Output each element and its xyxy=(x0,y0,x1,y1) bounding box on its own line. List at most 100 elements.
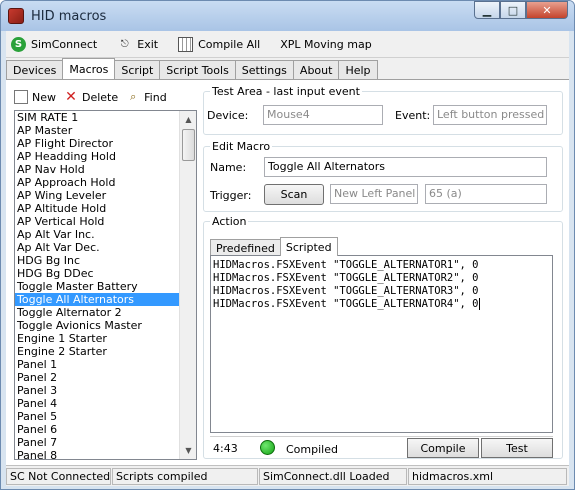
macro-list-item[interactable]: AP Flight Director xyxy=(15,137,180,150)
name-label: Name: xyxy=(210,161,247,174)
new-document-icon xyxy=(14,90,28,104)
macro-list-item[interactable]: Toggle Master Battery xyxy=(15,280,180,293)
script-line: HIDMacros.FSXEvent "TOGGLE_ALTERNATOR1",… xyxy=(213,259,479,271)
tab-about[interactable]: About xyxy=(292,60,340,79)
status-dll: SimConnect.dll Loaded xyxy=(259,468,407,485)
macro-list-item[interactable]: Toggle Avionics Master xyxy=(15,319,180,332)
action-status-bar: 4:43 Compiled Compile Test xyxy=(210,436,553,458)
macros-panel: New ✕ Delete ⌕ Find SIM RATE 1 AP Master A… xyxy=(6,79,569,465)
simconnect-button[interactable]: S SimConnect xyxy=(6,33,102,55)
minimize-icon: ▁ xyxy=(482,3,492,17)
compile-all-button[interactable]: Compile All xyxy=(173,33,265,55)
main-toolbar: S SimConnect ⎋ Exit Compile All XPL Movi… xyxy=(6,31,569,58)
delete-x-icon: ✕ xyxy=(65,89,77,105)
macro-list-item[interactable]: Ap Alt Var Dec. xyxy=(15,241,180,254)
main-tabs: Devices Macros Script Script Tools Setti… xyxy=(6,58,378,79)
macro-list-item[interactable]: Panel 5 xyxy=(15,410,180,423)
edit-macro-title: Edit Macro xyxy=(210,140,273,153)
macro-list-item[interactable]: AP Wing Leveler xyxy=(15,189,180,202)
compile-grid-icon xyxy=(178,36,194,52)
exit-button[interactable]: ⎋ Exit xyxy=(112,33,163,55)
macro-list-item[interactable]: Toggle All Alternators xyxy=(15,293,180,306)
script-line: HIDMacros.FSXEvent "TOGGLE_ALTERNATOR2",… xyxy=(213,272,479,284)
edit-macro-group: Edit Macro Name: Toggle All Alternators … xyxy=(203,140,563,212)
new-macro-button[interactable]: New xyxy=(14,90,56,104)
macro-list-item[interactable]: Panel 3 xyxy=(15,384,180,397)
tab-settings[interactable]: Settings xyxy=(234,60,294,79)
macro-name-input[interactable]: Toggle All Alternators xyxy=(264,157,547,177)
macro-list-item[interactable]: HDG Bg Inc xyxy=(15,254,180,267)
macro-list-item[interactable]: HDG Bg DDec xyxy=(15,267,180,280)
minimize-button[interactable]: ▁ xyxy=(474,1,500,19)
delete-macro-button[interactable]: ✕ Delete xyxy=(64,89,118,105)
macro-list-item[interactable]: AP Approach Hold xyxy=(15,176,180,189)
macro-list-items: SIM RATE 1 AP Master AP Flight Director AP … xyxy=(15,111,180,459)
action-group: Action Predefined Scripted HIDMacros.FSX… xyxy=(203,215,563,459)
status-led-icon xyxy=(260,440,275,455)
tab-script[interactable]: Script xyxy=(114,60,161,79)
test-area-title: Test Area - last input event xyxy=(210,85,362,98)
maximize-icon: □ xyxy=(507,3,519,17)
tab-scripted[interactable]: Scripted xyxy=(279,237,338,256)
cursor-position: 4:43 xyxy=(213,442,238,455)
macro-list-item[interactable]: Panel 4 xyxy=(15,397,180,410)
macro-list-scrollbar[interactable]: ▲ ▼ xyxy=(179,111,196,459)
tab-script-tools[interactable]: Script Tools xyxy=(159,60,236,79)
compile-button[interactable]: Compile xyxy=(407,438,479,458)
status-file: hidmacros.xml xyxy=(408,468,567,485)
macro-list-item[interactable]: AP Nav Hold xyxy=(15,163,180,176)
scroll-down-icon[interactable]: ▼ xyxy=(180,442,196,459)
macro-list-item[interactable]: AP Altitude Hold xyxy=(15,202,180,215)
script-line: HIDMacros.FSXEvent "TOGGLE_ALTERNATOR3",… xyxy=(213,285,479,297)
script-line-current: HIDMacros.FSXEvent "TOGGLE_ALTERNATOR4",… xyxy=(213,298,480,310)
macro-listbox[interactable]: SIM RATE 1 AP Master AP Flight Director AP … xyxy=(14,110,197,460)
find-macro-button[interactable]: ⌕ Find xyxy=(126,90,167,104)
macro-list-item[interactable]: Panel 1 xyxy=(15,358,180,371)
window-title: HID macros xyxy=(31,8,107,24)
macro-list-item[interactable]: AP Vertical Hold xyxy=(15,215,180,228)
macro-list-item[interactable]: Engine 2 Starter xyxy=(15,345,180,358)
xpl-moving-map-button[interactable]: XPL Moving map xyxy=(275,33,376,55)
macro-list-item[interactable]: AP Master xyxy=(15,124,180,137)
action-tabs: Predefined Scripted xyxy=(210,236,338,256)
trigger-key-field: 65 (a) xyxy=(425,184,547,204)
close-button[interactable]: ✕ xyxy=(526,1,568,19)
macro-list-item[interactable]: Engine 1 Starter xyxy=(15,332,180,345)
compile-status: Compiled xyxy=(286,443,338,456)
trigger-device-field: New Left Panel xyxy=(330,184,418,204)
scan-button[interactable]: Scan xyxy=(264,184,324,205)
simconnect-icon: S xyxy=(11,36,26,52)
script-editor[interactable]: HIDMacros.FSXEvent "TOGGLE_ALTERNATOR1",… xyxy=(210,255,553,433)
macro-list-item[interactable]: Ap Alt Var Inc. xyxy=(15,228,180,241)
text-caret xyxy=(478,298,480,310)
event-label: Event: xyxy=(395,109,431,122)
maximize-button[interactable]: □ xyxy=(500,1,526,19)
macro-list-item[interactable]: Toggle Alternator 2 xyxy=(15,306,180,319)
tab-macros[interactable]: Macros xyxy=(62,58,116,79)
client-area: S SimConnect ⎋ Exit Compile All XPL Movi… xyxy=(6,31,569,486)
exit-door-icon: ⎋ xyxy=(120,38,129,50)
macro-toolbar: New ✕ Delete ⌕ Find xyxy=(14,86,198,108)
macro-list-item[interactable]: AP Headding Hold xyxy=(15,150,180,163)
device-field: Mouse4 xyxy=(263,105,383,125)
tab-help[interactable]: Help xyxy=(338,60,378,79)
status-bar: SC Not Connected Scripts compiled SimCon… xyxy=(6,465,569,486)
scroll-thumb[interactable] xyxy=(182,129,195,161)
tab-predefined[interactable]: Predefined xyxy=(210,239,281,256)
test-area-group: Test Area - last input event Device: Mou… xyxy=(203,85,563,135)
title-bar[interactable]: HID macros ▁ □ ✕ xyxy=(1,1,574,31)
status-simconnect: SC Not Connected xyxy=(6,468,111,485)
scroll-up-icon[interactable]: ▲ xyxy=(180,111,196,128)
event-field: Left button pressed xyxy=(433,105,547,125)
app-window: HID macros ▁ □ ✕ S SimConnect ⎋ Exit Com… xyxy=(0,0,575,490)
trigger-label: Trigger: xyxy=(210,189,252,202)
test-button[interactable]: Test xyxy=(481,438,553,458)
app-icon xyxy=(8,8,24,24)
macro-list-item[interactable]: SIM RATE 1 xyxy=(15,111,180,124)
macro-list-item[interactable]: Panel 8 xyxy=(15,449,180,459)
tab-devices[interactable]: Devices xyxy=(6,60,64,79)
device-label: Device: xyxy=(207,109,249,122)
macro-list-item[interactable]: Panel 2 xyxy=(15,371,180,384)
macro-list-item[interactable]: Panel 7 xyxy=(15,436,180,449)
macro-list-item[interactable]: Panel 6 xyxy=(15,423,180,436)
